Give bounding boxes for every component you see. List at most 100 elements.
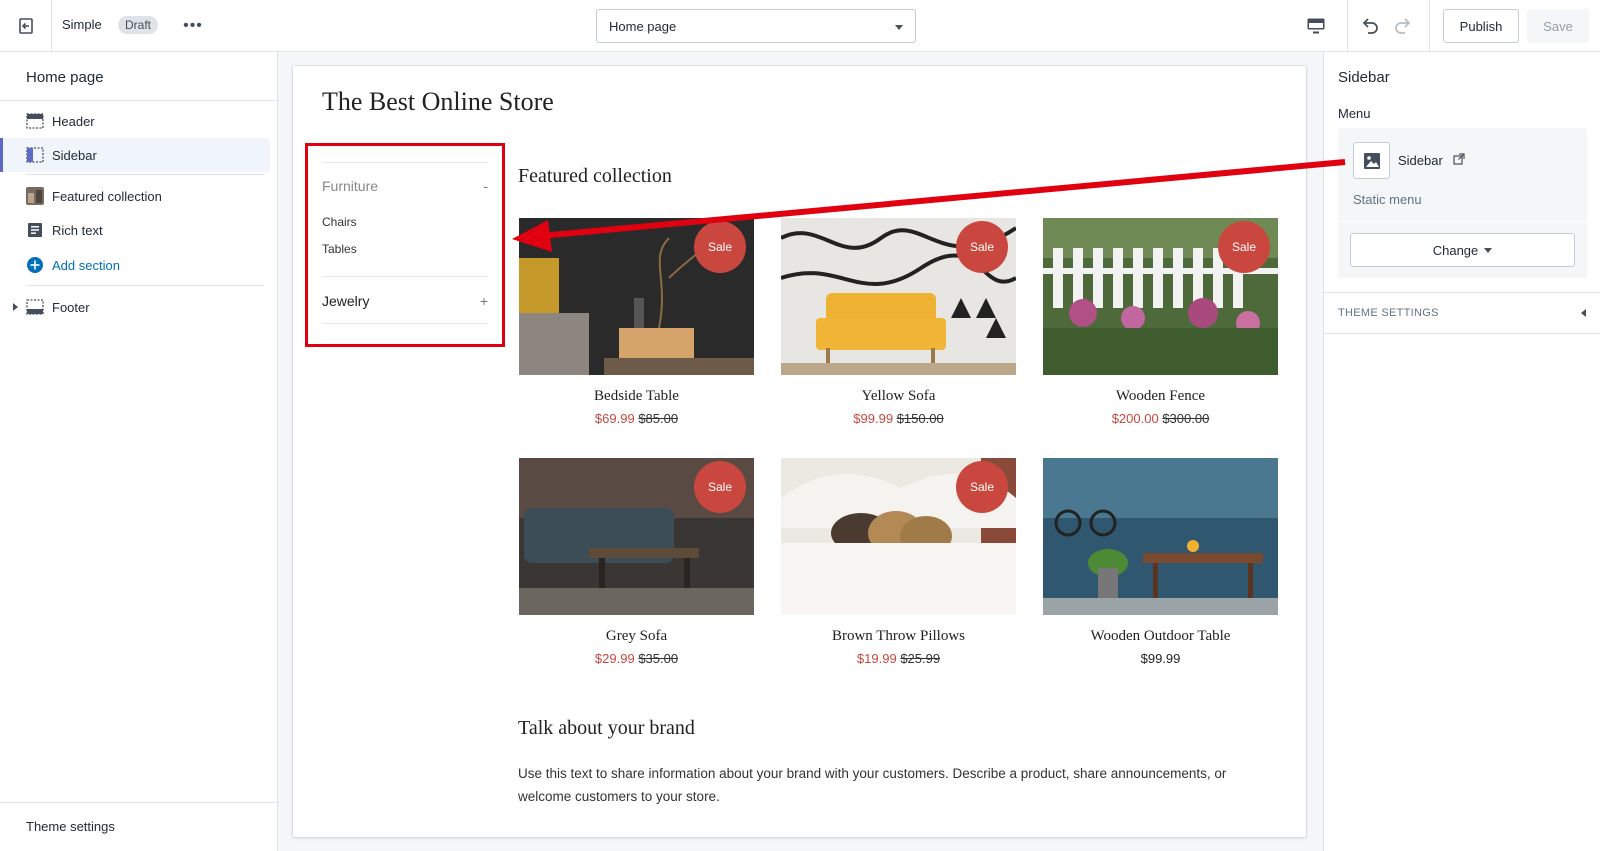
sale-badge: Sale: [1218, 221, 1270, 273]
product-price: $29.99 $35.00: [519, 651, 754, 666]
change-menu-button[interactable]: Change: [1350, 233, 1575, 267]
product-name[interactable]: Brown Throw Pillows: [781, 628, 1016, 645]
exit-button[interactable]: [0, 0, 52, 52]
publish-button[interactable]: Publish: [1443, 9, 1519, 43]
theme-settings-link[interactable]: Theme settings: [26, 819, 115, 834]
product-image[interactable]: [1043, 458, 1278, 615]
sale-badge: Sale: [956, 221, 1008, 273]
caret-down-icon: [895, 25, 903, 30]
caret-left-icon[interactable]: [1581, 309, 1586, 317]
store-title[interactable]: The Best Online Store: [322, 87, 554, 117]
sale-price: $29.99: [594, 651, 635, 666]
page-selector-value: Home page: [609, 19, 677, 34]
product-name[interactable]: Grey Sofa: [519, 628, 754, 645]
add-section-button[interactable]: Add section: [0, 248, 270, 282]
product-name[interactable]: Wooden Outdoor Table: [1043, 628, 1278, 645]
section-item-label: Sidebar: [52, 147, 97, 163]
rich-text-heading: Talk about your brand: [518, 717, 695, 739]
undo-icon: [1362, 18, 1378, 34]
sale-price: $99.99: [853, 411, 894, 426]
menu-type: Static menu: [1353, 192, 1422, 207]
panel-title: Home page: [26, 69, 104, 86]
device-preview-button[interactable]: [1302, 12, 1330, 40]
compare-at-price: $25.99: [900, 651, 941, 666]
product-price: $99.99: [1043, 651, 1278, 666]
menu-picker-card: Sidebar Static menu Change: [1338, 128, 1587, 278]
page-selector[interactable]: Home page: [596, 9, 916, 43]
product-card[interactable]: Sale Brown Throw Pillows $19.99 $25.99: [781, 458, 1016, 666]
divider: [26, 174, 264, 175]
plus-circle-icon: [26, 256, 44, 274]
divider: [0, 100, 278, 101]
product-price: $200.00 $300.00: [1043, 411, 1278, 426]
product-image[interactable]: Sale: [1043, 218, 1278, 375]
divider: [1347, 0, 1348, 52]
divider: [0, 802, 278, 803]
section-item-featured-collection[interactable]: Featured collection: [0, 179, 270, 213]
divider: [1324, 292, 1600, 293]
product-card[interactable]: Sale Yellow Sofa $99.99 $150.00: [781, 218, 1016, 426]
footer-section-icon: [26, 298, 44, 316]
section-item-footer[interactable]: Footer: [0, 290, 270, 324]
add-section-label: Add section: [52, 257, 120, 273]
annotation-highlight-box: [305, 143, 505, 347]
compare-at-price: $150.00: [896, 411, 944, 426]
section-item-label: Footer: [52, 299, 90, 315]
section-item-sidebar[interactable]: Sidebar: [0, 138, 270, 172]
redo-icon: [1395, 18, 1411, 34]
sale-price: $200.00: [1111, 411, 1159, 426]
caret-right-icon[interactable]: [13, 303, 18, 311]
menu-name[interactable]: Sidebar: [1398, 153, 1443, 168]
product-name[interactable]: Yellow Sofa: [781, 388, 1016, 405]
rich-text-body: Use this text to share information about…: [518, 766, 1227, 804]
redo-button[interactable]: [1390, 12, 1416, 38]
more-icon: •••: [183, 17, 203, 34]
section-item-label: Featured collection: [52, 188, 162, 204]
exit-icon: [18, 18, 33, 34]
undo-button[interactable]: [1357, 12, 1383, 38]
compare-at-price: $35.00: [638, 651, 679, 666]
product-card[interactable]: Sale Bedside Table $69.99 $85.00: [519, 218, 754, 426]
product-image[interactable]: Sale: [519, 218, 754, 375]
more-actions-button[interactable]: •••: [180, 13, 206, 39]
change-label: Change: [1432, 242, 1479, 258]
draft-badge: Draft: [118, 16, 159, 34]
product-image[interactable]: Sale: [519, 458, 754, 615]
menu-label: Menu: [1338, 106, 1371, 121]
product-card[interactable]: Wooden Outdoor Table $99.99: [1043, 458, 1278, 666]
theme-settings-header[interactable]: THEME SETTINGS: [1338, 307, 1439, 319]
divider: [26, 285, 264, 286]
product-image[interactable]: Sale: [781, 218, 1016, 375]
product-name[interactable]: Bedside Table: [519, 388, 754, 405]
divider: [1338, 221, 1587, 222]
header-section-icon: [26, 112, 44, 130]
sale-price: $19.99: [856, 651, 897, 666]
sidebar-section-icon: [26, 146, 44, 164]
section-item-label: Rich text: [52, 222, 103, 238]
sale-badge: Sale: [956, 461, 1008, 513]
product-image[interactable]: Sale: [781, 458, 1016, 615]
product-price: $69.99 $85.00: [519, 411, 754, 426]
featured-collection-title: Featured collection: [518, 165, 672, 187]
product-price: $19.99 $25.99: [781, 651, 1016, 666]
compare-at-price: $300.00: [1162, 411, 1210, 426]
rich-text-icon: [26, 221, 44, 239]
product-name[interactable]: Wooden Fence: [1043, 388, 1278, 405]
sale-price: $69.99: [594, 411, 635, 426]
panel-title: Sidebar: [1338, 69, 1390, 86]
desktop-icon: [1307, 18, 1325, 34]
product-card[interactable]: Sale Grey Sofa $29.99 $35.00: [519, 458, 754, 666]
top-bar: Simple Draft ••• Home page Publish Save: [0, 0, 1600, 52]
section-item-label: Header: [52, 113, 95, 129]
image-placeholder-icon: [1353, 142, 1390, 179]
section-item-header[interactable]: Header: [0, 104, 270, 138]
regular-price: $99.99: [1140, 651, 1181, 666]
divider: [1324, 333, 1600, 334]
section-item-rich-text[interactable]: Rich text: [0, 213, 270, 247]
settings-panel: Sidebar Menu Sidebar Static menu Change …: [1323, 52, 1600, 851]
sections-panel: Home page Header Sidebar Featured collec…: [0, 52, 278, 851]
external-link-icon[interactable]: [1453, 153, 1465, 168]
featured-collection-thumbnail: [26, 187, 44, 205]
product-card[interactable]: Sale Wooden Fence $200.00 $300.00: [1043, 218, 1278, 426]
save-button[interactable]: Save: [1527, 9, 1589, 43]
